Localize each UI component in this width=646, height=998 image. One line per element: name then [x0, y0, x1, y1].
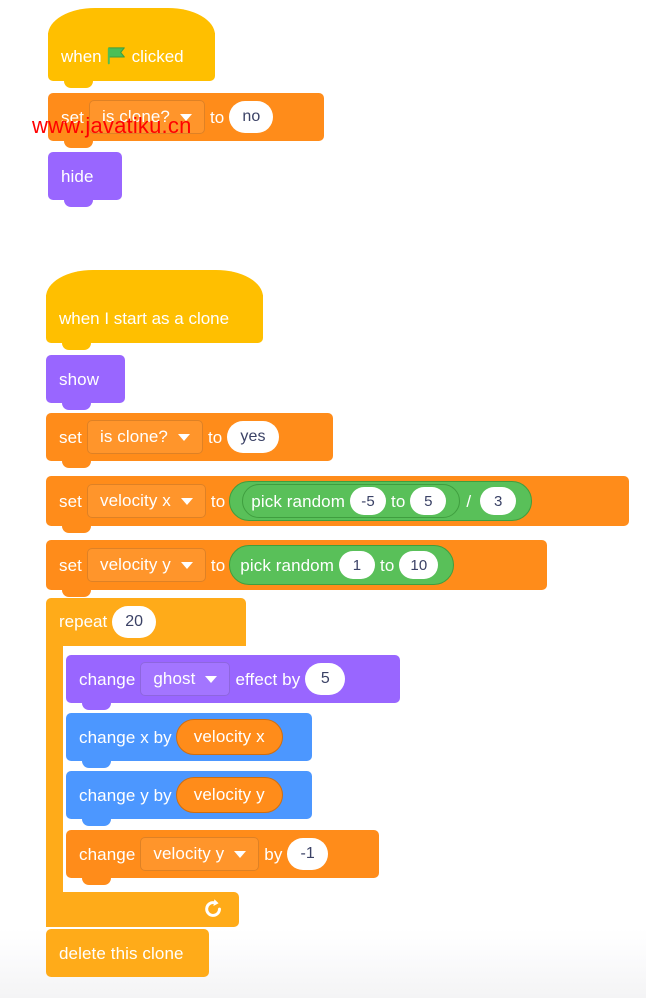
when-clone-label: when I start as a clone [59, 309, 230, 328]
change-x-by-label: change x by [79, 727, 172, 747]
set-label: set [59, 427, 82, 447]
operator-divide[interactable]: pick random -5 to 5 / 3 [229, 481, 533, 521]
block-set-is-clone-no[interactable]: set is clone? to no [48, 93, 324, 148]
stack-bump [82, 817, 111, 826]
to-label: to [207, 427, 223, 447]
operator-pick-random[interactable]: pick random -5 to 5 [242, 484, 461, 518]
stack-bump [64, 139, 93, 148]
delete-this-clone-label: delete this clone [59, 943, 184, 963]
repeat-label: repeat [59, 612, 108, 631]
block-when-i-start-as-a-clone[interactable]: when I start as a clone [46, 270, 263, 350]
clicked-label: clicked [131, 47, 184, 66]
variable-reporter-velocity-y[interactable]: velocity y [175, 777, 283, 813]
stack-bump [62, 341, 91, 350]
to-label: to [209, 107, 225, 127]
pick-random-from-input[interactable]: 1 [339, 551, 375, 579]
scratch-code-canvas: when clicked set is clone? to no hide wh… [0, 0, 646, 998]
set-label: set [61, 107, 84, 127]
effect-dropdown-ghost[interactable]: ghost [140, 662, 231, 696]
block-delete-this-clone[interactable]: delete this clone [46, 929, 209, 977]
change-amount-input[interactable]: -1 [287, 838, 328, 870]
variable-dropdown-velocity-y[interactable]: velocity y [86, 548, 206, 582]
stack-bump [62, 459, 91, 468]
pick-random-to-input[interactable]: 10 [399, 551, 439, 579]
block-show[interactable]: show [46, 355, 125, 410]
pick-random-from-input[interactable]: -5 [350, 487, 386, 515]
divide-symbol: / [466, 491, 472, 511]
loop-arrow-icon [205, 898, 221, 917]
by-label: by [264, 844, 283, 864]
effect-by-label: effect by [235, 669, 301, 689]
stack-bump [62, 524, 91, 533]
block-change-y-by[interactable]: change y by velocity y [66, 771, 312, 826]
block-when-flag-clicked[interactable]: when clicked [48, 8, 215, 88]
variable-name: is clone? [99, 427, 168, 446]
stack-bump [64, 198, 93, 207]
stack-bump [62, 401, 91, 410]
change-label: change [79, 844, 136, 864]
chevron-down-icon [179, 113, 192, 121]
set-label: set [59, 555, 82, 575]
stack-bump [82, 701, 111, 710]
variable-dropdown-velocity-x[interactable]: velocity x [86, 484, 206, 518]
effect-name: ghost [153, 669, 196, 688]
set-label: set [59, 491, 82, 511]
repeat-times-input[interactable]: 20 [112, 606, 156, 638]
change-label: change [79, 669, 136, 689]
variable-name: velocity y [153, 844, 225, 863]
chevron-down-icon [180, 497, 193, 505]
variable-name: velocity y [99, 555, 171, 574]
stack-bump [82, 759, 111, 768]
block-change-x-by[interactable]: change x by velocity x [66, 713, 312, 768]
block-change-ghost-effect[interactable]: change ghost effect by 5 [66, 655, 400, 710]
stack-bump [64, 79, 93, 88]
stack-bump [82, 876, 111, 885]
pick-random-to-label: to [391, 491, 406, 511]
block-set-velocity-y[interactable]: set velocity y to pick random 1 to 10 [46, 540, 547, 597]
chevron-down-icon [177, 433, 190, 441]
block-change-velocity-y[interactable]: change velocity y by -1 [66, 830, 379, 885]
pick-random-label: pick random [240, 555, 334, 575]
chevron-down-icon [180, 561, 193, 569]
pick-random-to-input[interactable]: 5 [410, 487, 447, 515]
repeat-header[interactable]: repeat 20 [46, 598, 246, 646]
hat-cap [48, 8, 215, 35]
to-label: to [210, 491, 226, 511]
variable-dropdown-is-clone[interactable]: is clone? [88, 100, 205, 134]
hide-label: hide [61, 166, 94, 186]
value-input-no[interactable]: no [229, 101, 274, 133]
change-y-by-label: change y by [79, 785, 172, 805]
variable-name: is clone? [101, 107, 170, 126]
variable-dropdown-is-clone[interactable]: is clone? [86, 420, 203, 454]
stack-bump [62, 588, 91, 597]
when-label: when [61, 47, 102, 66]
block-set-is-clone-yes[interactable]: set is clone? to yes [46, 413, 333, 468]
repeat-footer[interactable] [46, 892, 239, 927]
variable-reporter-velocity-x[interactable]: velocity x [175, 719, 283, 755]
block-set-velocity-x[interactable]: set velocity x to pick random -5 to 5 / … [46, 476, 629, 533]
chevron-down-icon [205, 675, 218, 683]
divide-right-input[interactable]: 3 [480, 487, 517, 515]
value-input-yes[interactable]: yes [227, 421, 279, 453]
variable-dropdown-velocity-y[interactable]: velocity y [140, 837, 260, 871]
green-flag-icon [107, 47, 125, 65]
pick-random-label: pick random [251, 491, 345, 511]
pick-random-to-label: to [380, 555, 395, 575]
hat-cap [46, 270, 263, 297]
to-label: to [210, 555, 226, 575]
chevron-down-icon [234, 850, 247, 858]
show-label: show [59, 369, 100, 389]
block-hide[interactable]: hide [48, 152, 122, 207]
effect-amount-input[interactable]: 5 [305, 663, 346, 695]
operator-pick-random[interactable]: pick random 1 to 10 [229, 545, 455, 585]
variable-name: velocity x [99, 491, 171, 510]
repeat-left-arm [46, 646, 63, 892]
